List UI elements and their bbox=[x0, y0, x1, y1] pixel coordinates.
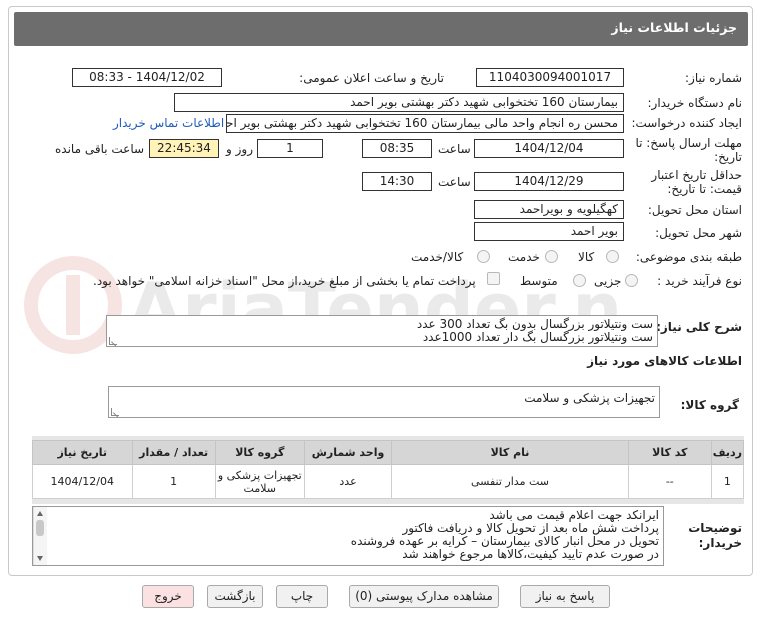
process-label: نوع فرآیند خرید : bbox=[657, 274, 742, 288]
exit-button[interactable]: خروج bbox=[142, 585, 194, 608]
validity-label: حداقل تاریخ اعتبار bbox=[651, 168, 742, 182]
buyer-note-line: در صورت عدم تایید کیفیت،کالاها مرجوع خوا… bbox=[402, 547, 659, 561]
province-label: استان محل تحویل: bbox=[647, 203, 742, 217]
cell-code: -- bbox=[627, 464, 712, 499]
attachments-button[interactable]: مشاهده مدارک پیوستی (0) bbox=[349, 585, 499, 608]
col-group: گروه کالا bbox=[214, 440, 305, 465]
buyer-org-label: نام دستگاه خریدار: bbox=[647, 96, 743, 110]
category-radio-both[interactable] bbox=[477, 250, 490, 263]
reply-date-field[interactable]: 1404/12/04 bbox=[474, 139, 624, 158]
buyer-org-field[interactable]: بیمارستان 160 تختخوابی شهید دکتر بهشتی ب… bbox=[174, 93, 624, 112]
buyer-notes-textarea[interactable]: ایرانکد جهت اعلام قیمت می باشد پرداخت شش… bbox=[32, 506, 664, 566]
col-code: کد کالا bbox=[627, 440, 712, 465]
validity-time-label: ساعت bbox=[438, 175, 471, 189]
summary-textarea[interactable]: ست ونتیلاتور بزرگسال بدون بگ تعداد 300 ع… bbox=[106, 315, 658, 347]
category-option-both: کالا/خدمت bbox=[411, 250, 464, 264]
category-radio-goods[interactable] bbox=[606, 250, 619, 263]
process-option-medium: متوسط bbox=[520, 274, 558, 288]
process-radio-minor[interactable] bbox=[625, 274, 638, 287]
cell-name: ست مدار تنفسی bbox=[391, 464, 629, 499]
summary-line-2: ست ونتیلاتور بزرگسال بگ دار تعداد 1000عد… bbox=[422, 330, 653, 344]
cell-row: 1 bbox=[710, 464, 745, 499]
resize-handle-icon[interactable] bbox=[111, 408, 119, 416]
category-option-service: خدمت bbox=[508, 250, 540, 264]
category-label: طبقه بندی موضوعی: bbox=[635, 250, 742, 264]
process-option-minor: جزیی bbox=[594, 274, 622, 288]
page-title: جزئیات اطلاعات نیاز bbox=[611, 20, 737, 35]
col-need-date: تاریخ نیاز bbox=[32, 440, 133, 465]
validity-time-field[interactable]: 14:30 bbox=[362, 172, 432, 191]
cell-group: تجهیزات پزشکی و سلامت bbox=[214, 464, 305, 499]
category-radio-service[interactable] bbox=[545, 250, 558, 263]
goods-group-label: گروه کالا: bbox=[680, 398, 739, 412]
process-radio-medium[interactable] bbox=[573, 274, 586, 287]
reply-time-label: ساعت bbox=[438, 142, 471, 156]
remaining-time-field: 22:45:34 bbox=[149, 139, 219, 158]
announce-label: تاریخ و ساعت اعلان عمومی: bbox=[299, 71, 444, 85]
payment-note: پرداخت تمام یا بخشی از مبلغ خرید،از محل … bbox=[93, 274, 476, 288]
buyer-notes-label: توضیحات bbox=[688, 521, 742, 535]
need-number-label: شماره نیاز: bbox=[685, 71, 742, 85]
scroll-arrows-icon bbox=[36, 511, 44, 561]
notes-scrollbar[interactable] bbox=[33, 507, 47, 565]
treasury-payment-checkbox[interactable] bbox=[487, 272, 500, 285]
contact-buyer-link[interactable]: اطلاعات تماس خریدار bbox=[113, 116, 224, 130]
col-row: ردیف bbox=[710, 440, 745, 465]
resize-handle-icon[interactable] bbox=[109, 337, 117, 345]
reply-deadline-label: مهلت ارسال پاسخ: تا bbox=[635, 136, 742, 150]
cell-unit: عدد bbox=[303, 464, 393, 499]
requester-label: ایجاد کننده درخواست: bbox=[631, 116, 742, 130]
remaining-label: ساعت باقی مانده bbox=[55, 142, 145, 156]
table-row[interactable]: 1 -- ست مدار تنفسی عدد تجهیزات پزشکی و س… bbox=[32, 464, 745, 499]
days-label: روز و bbox=[226, 142, 253, 156]
cell-quantity: 1 bbox=[131, 464, 216, 499]
items-table: ردیف کد کالا نام کالا واحد شمارش گروه کا… bbox=[32, 440, 745, 499]
col-quantity: تعداد / مقدار bbox=[131, 440, 216, 465]
reply-time-field[interactable]: 08:35 bbox=[362, 139, 432, 158]
city-field[interactable]: بویر احمد bbox=[474, 222, 624, 241]
days-field[interactable]: 1 bbox=[257, 139, 323, 158]
goods-group-textarea[interactable]: تجهیزات پزشکی و سلامت bbox=[108, 386, 660, 418]
city-label: شهر محل تحویل: bbox=[655, 226, 742, 240]
col-name: نام کالا bbox=[391, 440, 629, 465]
back-button[interactable]: بازگشت bbox=[207, 585, 263, 608]
summary-label: شرح کلی نیاز: bbox=[656, 320, 742, 334]
cell-need-date: 1404/12/04 bbox=[32, 464, 133, 499]
buyer-notes-label-2: خریدار: bbox=[698, 536, 742, 550]
reply-deadline-label-2: تاریخ: bbox=[714, 150, 742, 164]
announce-field[interactable]: 1404/12/02 - 08:33 bbox=[72, 68, 222, 87]
requester-field[interactable]: محسن ره انجام واحد مالی بیمارستان 160 تخ… bbox=[226, 114, 624, 133]
need-number-field[interactable]: 1104030094001017 bbox=[476, 68, 624, 87]
category-option-goods: کالا bbox=[578, 250, 595, 264]
goods-group-value: تجهیزات پزشکی و سلامت bbox=[524, 391, 655, 405]
print-button[interactable]: چاپ bbox=[276, 585, 328, 608]
col-unit: واحد شمارش bbox=[303, 440, 393, 465]
reply-button[interactable]: پاسخ به نیاز bbox=[520, 585, 610, 608]
province-field[interactable]: کهگیلویه و بویراحمد bbox=[474, 200, 624, 219]
validity-label-2: قیمت: تا تاریخ: bbox=[667, 182, 742, 196]
validity-date-field[interactable]: 1404/12/29 bbox=[474, 172, 624, 191]
goods-info-title: اطلاعات کالاهای مورد نیاز bbox=[587, 354, 742, 368]
